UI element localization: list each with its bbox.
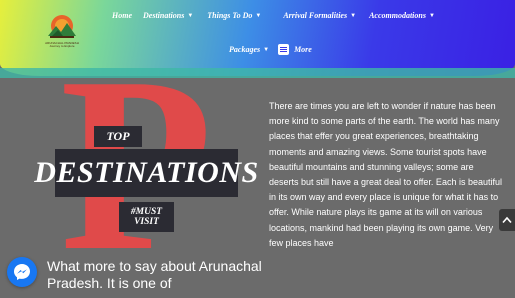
nav-item-label: Accommodations [369, 11, 426, 20]
messenger-chat-button[interactable] [7, 257, 37, 287]
nav-item-packages[interactable]: Packages ▼ [229, 45, 269, 54]
nav-item-label: Home [112, 11, 132, 20]
scroll-to-top-button[interactable] [499, 209, 515, 231]
nav-item-arrival-formalities[interactable]: Arrival Formalities ▼ [283, 11, 356, 20]
secondary-menu: Packages ▼ More [229, 44, 312, 55]
document-icon [278, 44, 290, 55]
hero-top-label: TOP [94, 126, 142, 147]
nav-item-home[interactable]: Home [112, 11, 132, 20]
hero-destinations-heading: DESTINATIONS [34, 149, 258, 197]
must-line: #MUST [130, 207, 163, 217]
site-logo[interactable]: ARUNACHAL PRADESH Journey to Explore [44, 12, 80, 50]
intro-heading: What more to say about Arunachal Pradesh… [47, 258, 262, 291]
chevron-up-icon [502, 216, 512, 224]
nav-item-things-to-do[interactable]: Things To Do ▼ [207, 11, 261, 20]
nav-item-label: Packages [229, 45, 261, 54]
nav-item-destinations[interactable]: Destinations ▼ [143, 11, 193, 20]
nav-item-label: Arrival Formalities [283, 11, 348, 20]
nav-item-label: Things To Do [207, 11, 253, 20]
nav-item-accommodations[interactable]: Accommodations ▼ [369, 11, 435, 20]
hero-must-visit-badge: #MUST VISIT [119, 202, 174, 232]
nav-item-label: Destinations [143, 11, 185, 20]
destinations-description: There are times you are left to wonder i… [269, 101, 502, 248]
chevron-down-icon: ▼ [428, 12, 435, 19]
primary-menu: Home Destinations ▼ Things To Do ▼ Arriv… [112, 11, 435, 20]
logo-emblem-icon [48, 15, 76, 38]
nav-item-label: More [294, 45, 312, 54]
nav-item-more[interactable]: More [278, 44, 312, 55]
chevron-down-icon: ▼ [187, 12, 194, 19]
visit-line: VISIT [134, 217, 159, 227]
messenger-icon [14, 264, 30, 280]
chevron-down-icon: ▼ [350, 12, 357, 19]
logo-caption: ARUNACHAL PRADESH Journey to Explore [45, 41, 79, 48]
chevron-down-icon: ▼ [263, 46, 270, 53]
chevron-down-icon: ▼ [255, 12, 262, 19]
